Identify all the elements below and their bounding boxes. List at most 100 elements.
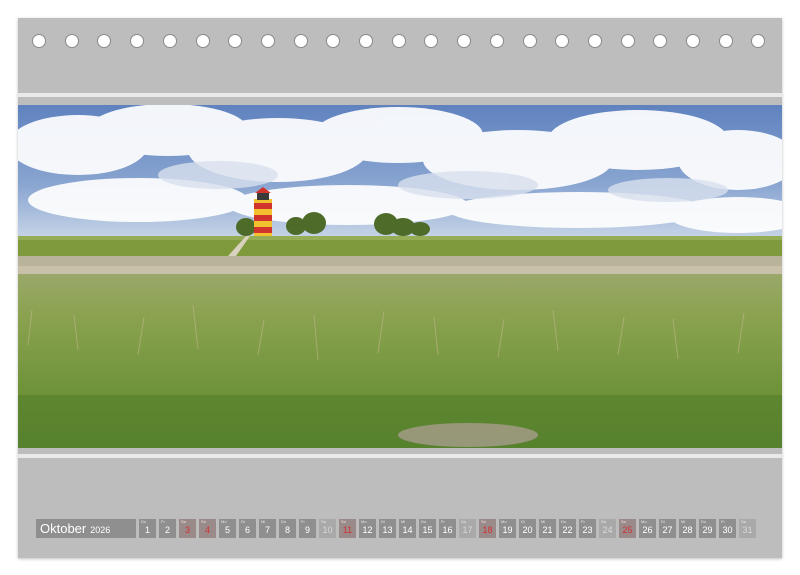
day-cell: So 18 [479, 518, 496, 538]
day-cell: Mo 12 [359, 518, 376, 538]
binding-hole [522, 34, 537, 48]
weekday-abbr: So [201, 518, 206, 524]
weekday-abbr: So [341, 518, 346, 524]
day-number: 20 [522, 524, 533, 535]
binding-hole [130, 34, 145, 48]
day-number: 8 [284, 524, 290, 535]
month-year: 2026 [90, 524, 111, 535]
bottom-divider [18, 454, 782, 458]
weekday-abbr: Do [281, 518, 287, 524]
day-cell: Fr 23 [579, 518, 596, 538]
day-cell: Sa 17 [459, 518, 476, 538]
photo-svg [18, 105, 782, 448]
binding-hole [391, 34, 406, 48]
binding-hole [555, 34, 570, 48]
day-cell: Fr 9 [299, 518, 316, 538]
day-cell: Mi 14 [399, 518, 416, 538]
top-divider [18, 93, 782, 97]
day-number: 27 [662, 524, 673, 535]
weekday-abbr: Fr [161, 518, 165, 524]
binding-hole [457, 34, 472, 48]
day-number: 25 [622, 524, 633, 535]
weekday-abbr: Mi [541, 518, 546, 524]
day-cell: Do 1 [139, 518, 156, 538]
day-number: 7 [264, 524, 270, 535]
day-number: 18 [482, 524, 493, 535]
day-number: 3 [184, 524, 190, 535]
day-number: 1 [144, 524, 150, 535]
day-number: 21 [542, 524, 553, 535]
day-number: 19 [502, 524, 513, 535]
day-number: 17 [462, 524, 473, 535]
binding-hole [260, 34, 275, 48]
day-number: 10 [322, 524, 333, 535]
day-number: 4 [204, 524, 210, 535]
weekday-abbr: Sa [321, 518, 326, 524]
day-number: 12 [362, 524, 373, 535]
day-cell: Mi 7 [259, 518, 276, 538]
weekday-abbr: Mi [261, 518, 266, 524]
weekday-abbr: Do [141, 518, 147, 524]
weekday-abbr: Sa [181, 518, 186, 524]
binding-hole [359, 34, 373, 48]
weekday-abbr: Do [561, 518, 567, 524]
weekday-abbr: Di [661, 518, 665, 524]
day-number: 13 [382, 524, 393, 535]
day-cell: Mi 21 [539, 518, 556, 538]
binding-hole [620, 34, 635, 48]
weekday-abbr: Sa [461, 518, 466, 524]
day-cell: Mi 28 [679, 518, 696, 538]
weekday-abbr: Fr [301, 518, 305, 524]
binding-hole [653, 34, 668, 48]
day-cell: Sa 31 [739, 518, 756, 538]
weekday-abbr: Fr [581, 518, 585, 524]
binding-hole [587, 34, 602, 48]
day-number: 16 [442, 524, 453, 535]
day-number: 26 [642, 524, 653, 535]
day-number: 30 [722, 524, 733, 535]
binding-hole [228, 34, 243, 48]
day-number: 6 [244, 524, 250, 535]
binding-hole [686, 34, 700, 48]
binding-hole [195, 34, 210, 48]
weekday-abbr: Sa [601, 518, 606, 524]
binding-hole [64, 34, 79, 48]
day-cell: So 25 [619, 518, 636, 538]
day-number: 14 [402, 524, 413, 535]
day-cell: Do 15 [419, 518, 436, 538]
calendar-page: Oktober 2026 Do 1 Fr 2 Sa 3 So 4 Mo 5 Di 6 Mi 7 Do 8 Fr 9… [18, 18, 782, 558]
day-cell: Di 27 [659, 518, 676, 538]
day-cell: Sa 3 [179, 518, 196, 538]
weekday-abbr: Mi [401, 518, 406, 524]
day-number: 24 [602, 524, 613, 535]
day-number: 28 [682, 524, 693, 535]
weekday-abbr: Sa [741, 518, 746, 524]
day-number: 23 [582, 524, 593, 535]
day-cell: Mo 19 [499, 518, 516, 538]
weekday-abbr: Fr [721, 518, 725, 524]
day-cell: Di 20 [519, 518, 536, 538]
day-cell: Fr 2 [159, 518, 176, 538]
weekday-abbr: Fr [441, 518, 445, 524]
weekday-abbr: Di [521, 518, 525, 524]
day-cell: Do 29 [699, 518, 716, 538]
binding-hole [293, 34, 308, 48]
day-cell: Sa 24 [599, 518, 616, 538]
day-number: 22 [562, 524, 573, 535]
day-number: 2 [164, 524, 170, 535]
weekday-abbr: So [481, 518, 486, 524]
day-cell: Do 22 [559, 518, 576, 538]
day-cell: So 11 [339, 518, 356, 538]
binding-hole [326, 34, 341, 48]
day-cell: Do 8 [279, 518, 296, 538]
day-number: 9 [304, 524, 310, 535]
day-cell: Di 6 [239, 518, 256, 538]
binding-hole [162, 34, 177, 48]
binding-hole [97, 34, 112, 48]
day-cell: Sa 10 [319, 518, 336, 538]
day-cell: Di 13 [379, 518, 396, 538]
binding-hole [424, 34, 439, 48]
day-number: 29 [702, 524, 713, 535]
day-cell: Fr 16 [439, 518, 456, 538]
binding-hole [718, 34, 733, 48]
